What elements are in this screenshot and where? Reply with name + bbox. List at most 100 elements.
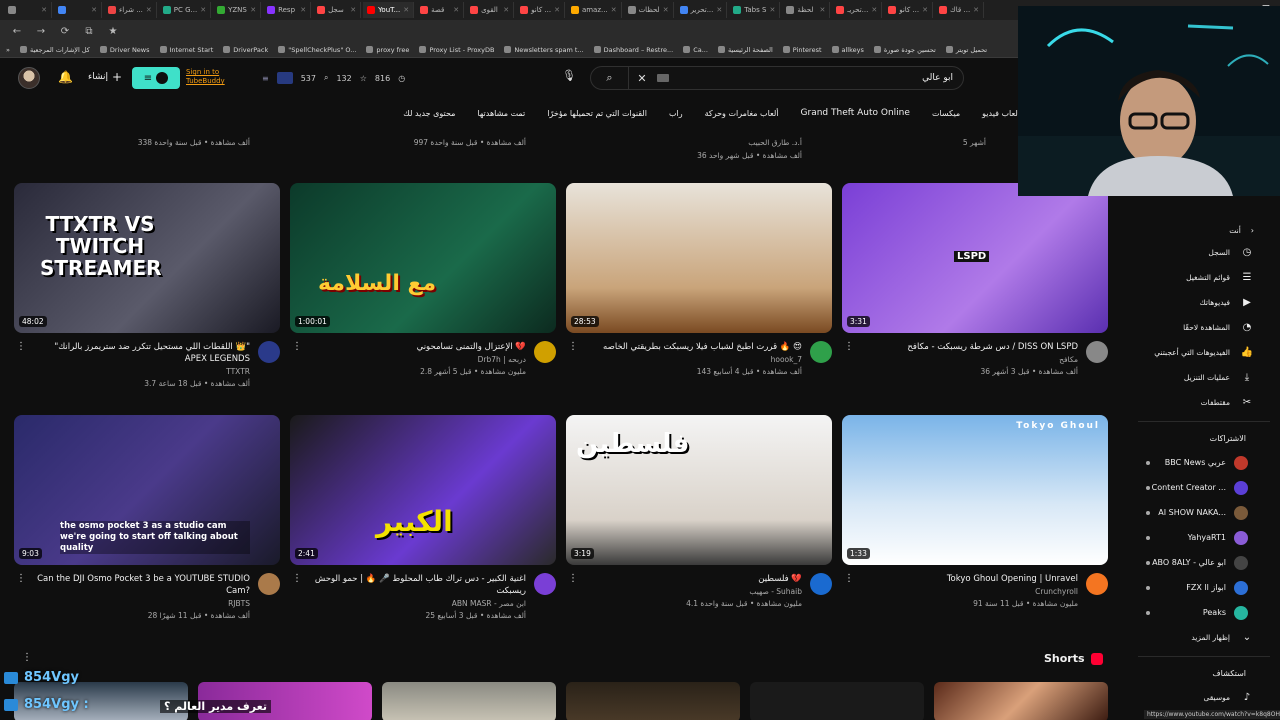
video-thumbnail[interactable]: TTXTR VS TWITCH STREAMER 48:02 <box>14 183 280 333</box>
sidebar-item[interactable]: فيديوهاتك ▶ <box>1130 290 1270 315</box>
video-title[interactable]: الإعتزال والتمنى تسامحوني 💔 <box>306 341 526 353</box>
sidebar-item[interactable]: السجل ◷ <box>1130 240 1270 265</box>
bookmark-item[interactable]: Pinterest <box>782 46 822 54</box>
notifications-bell-icon[interactable]: 🔔 <box>58 70 73 84</box>
tubebuddy-sign-in-link[interactable]: Sign in to TubeBuddy <box>186 68 240 86</box>
channel-avatar[interactable] <box>534 573 556 595</box>
close-tab-icon[interactable]: ✕ <box>146 6 152 14</box>
more-vert-icon[interactable]: ⋮ <box>16 573 26 584</box>
video-thumbnail[interactable]: الكبير 2:41 <box>290 415 556 565</box>
subscription-item[interactable]: AI SHOW NAKA... <box>1130 500 1270 525</box>
bookmark-item[interactable]: Internet Start <box>159 46 213 54</box>
close-tab-icon[interactable]: ✕ <box>250 6 256 14</box>
sidebar-item[interactable]: المشاهدة لاحقًا ◔ <box>1130 315 1270 340</box>
channel-name[interactable]: Crunchyroll <box>1035 587 1078 596</box>
video-thumbnail[interactable]: مع السلامة 1:00:01 <box>290 183 556 333</box>
close-tab-icon[interactable]: ✕ <box>300 6 306 14</box>
browser-tab[interactable]: سجل ✕ <box>313 2 362 18</box>
channel-avatar[interactable] <box>1086 341 1108 363</box>
back-icon[interactable]: ← <box>10 26 24 37</box>
sidebar-item[interactable]: الفيديوهات التي أعجبتني 👍 <box>1130 340 1270 365</box>
video-title[interactable]: دس شرطة ريسبكت - مكافح / DISS ON LSPD <box>858 341 1078 353</box>
video-thumbnail[interactable]: 28:53 <box>566 183 832 333</box>
browser-tab[interactable]: قصة ✕ <box>416 2 465 18</box>
bookmark-item[interactable]: تحسين جودة صورة <box>873 46 936 54</box>
star-icon[interactable]: ★ <box>106 26 120 37</box>
close-tab-icon[interactable]: ✕ <box>973 6 979 14</box>
bookmark-item[interactable]: DriverPack <box>223 46 268 54</box>
video-card[interactable]: Tokyo Ghoul 1:33 Tokyo Ghoul Opening | Unr… <box>842 415 1108 633</box>
close-tab-icon[interactable]: ✕ <box>453 6 459 14</box>
bookmark-item[interactable]: كل الإشارات المرجعية <box>19 46 90 54</box>
close-tab-icon[interactable]: ✕ <box>871 6 877 14</box>
browser-tab[interactable]: كانو ... ✕ <box>884 2 934 18</box>
channel-name[interactable]: Drb7h | دربحه <box>478 355 526 364</box>
bookmark-item[interactable]: تحميل تويتر <box>945 46 987 54</box>
close-tab-icon[interactable]: ✕ <box>716 6 722 14</box>
reload-icon[interactable]: ⟳ <box>58 26 72 37</box>
video-card[interactable]: مع السلامة 1:00:01 الإعتزال والتمنى تسامحو… <box>290 183 556 401</box>
video-card[interactable]: TTXTR VS TWITCH STREAMER 48:02 "اللقطات ال… <box>14 183 280 401</box>
browser-tab[interactable]: amaz... ✕ <box>567 2 622 18</box>
subscription-item[interactable]: Content Creator ... <box>1130 475 1270 500</box>
bookmark-item[interactable]: Newsletters spam t... <box>504 46 584 54</box>
browser-tab[interactable]: YouT... ✕ <box>363 2 415 18</box>
channel-avatar[interactable] <box>534 341 556 363</box>
more-vert-icon[interactable]: ⋮ <box>568 573 578 584</box>
video-title[interactable]: قررت اطبخ لشباب فيلا ريسبكت بطريقتي الخا… <box>582 341 802 353</box>
close-tab-icon[interactable]: ✕ <box>200 6 206 14</box>
sidebar-item[interactable]: مقتطفات ✂ <box>1130 390 1270 415</box>
sidebar-item[interactable]: قوائم التشغيل ☰ <box>1130 265 1270 290</box>
close-tab-icon[interactable]: ✕ <box>663 6 669 14</box>
close-tab-icon[interactable]: ✕ <box>503 6 509 14</box>
sidebar-item[interactable]: عمليات التنزيل ⤓ <box>1130 365 1270 390</box>
short-thumbnail[interactable] <box>566 682 740 720</box>
close-tab-icon[interactable]: ✕ <box>554 6 560 14</box>
short-thumbnail[interactable] <box>934 682 1108 720</box>
subscription-item[interactable]: FZX ll ابواز <box>1130 575 1270 600</box>
more-vert-icon[interactable]: ⋮ <box>292 573 302 584</box>
close-tab-icon[interactable]: ✕ <box>403 6 409 14</box>
sidebar-you[interactable]: أنت › <box>1130 220 1270 240</box>
subscription-item[interactable]: ABO 8ALY - ابو عالي <box>1130 550 1270 575</box>
browser-tab[interactable]: PC G... ✕ <box>159 2 212 18</box>
more-vert-icon[interactable]: ⋮ <box>844 341 854 352</box>
video-thumbnail[interactable]: LSPD 3:31 <box>842 183 1108 333</box>
close-tab-icon[interactable]: ✕ <box>91 6 97 14</box>
browser-tab[interactable]: Tabs S ✕ <box>729 2 781 18</box>
browser-tab[interactable]: القوى ✕ <box>466 2 515 18</box>
video-card[interactable]: فلسطين 3:19 فلسطين 💔 صهيب - Suhaib 4.1 مليون… <box>566 415 832 633</box>
show-more-button[interactable]: إظهار المزيد ⌄ <box>1130 625 1270 650</box>
browser-tab[interactable]: Resp ✕ <box>263 2 312 18</box>
bookmarks-overflow-icon[interactable]: » <box>6 46 10 54</box>
video-card[interactable]: LSPD 3:31 دس شرطة ريسبكت - مكافح / DISS ON… <box>842 183 1108 401</box>
filter-chip[interactable]: تمت مشاهدتها <box>477 109 525 118</box>
bookmark-item[interactable]: "SpellCheckPlus" O... <box>278 46 356 54</box>
create-button[interactable]: إنشاء + <box>88 70 122 84</box>
extensions-icon[interactable]: ⧉ <box>82 26 96 37</box>
short-thumbnail[interactable] <box>750 682 924 720</box>
subscription-item[interactable]: Peaks <box>1130 600 1270 625</box>
more-options-icon[interactable]: ⋮ <box>22 652 32 663</box>
close-tab-icon[interactable]: ✕ <box>611 6 617 14</box>
video-thumbnail[interactable]: Tokyo Ghoul 1:33 <box>842 415 1108 565</box>
voice-search-mic-icon[interactable]: 🎙 <box>560 69 578 87</box>
subscription-item[interactable]: BBC News عربي <box>1130 450 1270 475</box>
bookmark-item[interactable]: Dashboard – Restre... <box>593 46 673 54</box>
channel-name[interactable]: hoook_7 <box>771 355 802 364</box>
bookmark-item[interactable]: Proxy List - ProxyDB <box>419 46 494 54</box>
close-tab-icon[interactable]: ✕ <box>769 6 775 14</box>
channel-name[interactable]: RJBTS <box>228 599 250 608</box>
video-title[interactable]: Can the DJI Osmo Pocket 3 be a YOUTUBE S… <box>30 573 250 597</box>
browser-tab[interactable]: قاك ... ✕ <box>935 2 985 18</box>
channel-avatar[interactable] <box>1086 573 1108 595</box>
filter-chip[interactable]: محتوى جديد لك <box>403 109 455 118</box>
more-vert-icon[interactable]: ⋮ <box>16 341 26 352</box>
browser-tab[interactable]: تحريـ... ✕ <box>832 2 883 18</box>
filter-chip[interactable]: Grand Theft Auto Online <box>801 108 910 118</box>
browser-tab[interactable]: YZNS ✕ <box>213 2 262 18</box>
browser-tab[interactable]: ✕ <box>54 2 102 18</box>
filter-chip[interactable]: ألعاب فيديو <box>982 109 1020 118</box>
account-avatar[interactable] <box>18 67 40 89</box>
keyboard-icon[interactable] <box>657 74 669 82</box>
